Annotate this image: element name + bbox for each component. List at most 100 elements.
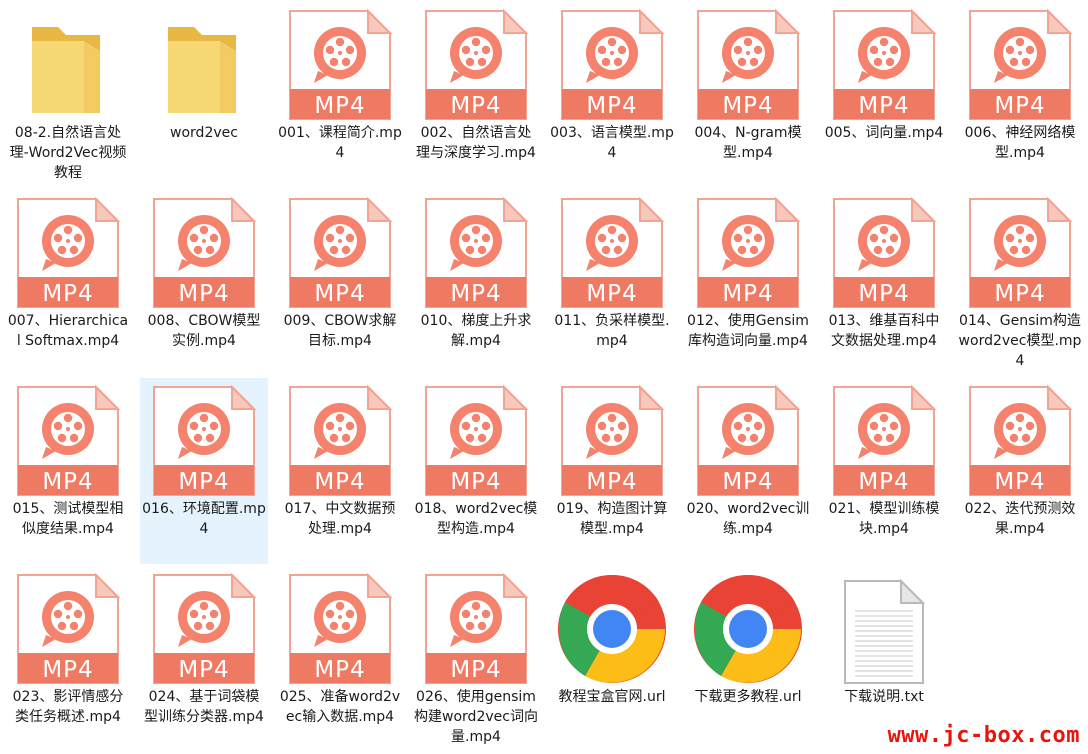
file-name: 002、自然语言处理与深度学习.mp4 [416, 125, 536, 161]
folder-icon [140, 3, 268, 121]
svg-text:MP4: MP4 [450, 93, 501, 119]
file-item[interactable]: MP4 017、中文数据预处理.mp4 [276, 378, 404, 564]
file-item[interactable]: MP4 014、Gensim构造word2vec模型.mp4 [956, 190, 1084, 376]
file-name: 022、迭代预测效果.mp4 [964, 501, 1076, 537]
file-name: 017、中文数据预处理.mp4 [284, 501, 396, 537]
file-item[interactable]: MP4 010、梯度上升求解.mp4 [412, 190, 540, 376]
video-file-icon: MP4 [684, 3, 812, 121]
file-name: 007、Hierarchical Softmax.mp4 [7, 313, 129, 349]
file-name: 020、word2vec训练.mp4 [686, 501, 810, 537]
file-item[interactable]: 下载更多教程.url [684, 566, 812, 752]
svg-text:MP4: MP4 [42, 657, 93, 683]
svg-text:MP4: MP4 [994, 469, 1045, 495]
file-item[interactable]: word2vec [140, 2, 268, 188]
video-file-icon: MP4 [412, 3, 540, 121]
video-file-icon: MP4 [276, 191, 404, 309]
file-item[interactable]: MP4 009、CBOW求解目标.mp4 [276, 190, 404, 376]
svg-text:MP4: MP4 [42, 469, 93, 495]
video-file-icon: MP4 [4, 379, 132, 497]
svg-text:MP4: MP4 [586, 93, 637, 119]
chrome-icon [684, 567, 812, 685]
svg-text:MP4: MP4 [314, 469, 365, 495]
file-name: 004、N-gram模型.mp4 [694, 125, 802, 161]
svg-text:MP4: MP4 [42, 281, 93, 307]
file-item[interactable]: MP4 022、迭代预测效果.mp4 [956, 378, 1084, 564]
file-name: 008、CBOW模型实例.mp4 [147, 313, 261, 349]
file-item[interactable]: MP4 001、课程简介.mp4 [276, 2, 404, 188]
video-file-icon: MP4 [956, 3, 1084, 121]
video-file-icon: MP4 [548, 191, 676, 309]
video-file-icon: MP4 [4, 191, 132, 309]
file-name: 010、梯度上升求解.mp4 [420, 313, 532, 349]
svg-text:MP4: MP4 [994, 93, 1045, 119]
video-file-icon: MP4 [820, 379, 948, 497]
svg-text:MP4: MP4 [858, 281, 909, 307]
svg-text:MP4: MP4 [858, 469, 909, 495]
file-item[interactable]: MP4 025、准备word2vec输入数据.mp4 [276, 566, 404, 752]
file-item[interactable]: MP4 020、word2vec训练.mp4 [684, 378, 812, 564]
video-file-icon: MP4 [140, 191, 268, 309]
file-name: 019、构造图计算模型.mp4 [556, 501, 668, 537]
file-name: 001、课程简介.mp4 [278, 125, 402, 161]
file-name: 下载更多教程.url [694, 689, 802, 705]
file-name: 教程宝盒官网.url [558, 689, 666, 705]
file-name: 014、Gensim构造word2vec模型.mp4 [958, 313, 1082, 369]
video-file-icon: MP4 [820, 3, 948, 121]
file-item[interactable]: MP4 018、word2vec模型构造.mp4 [412, 378, 540, 564]
video-file-icon: MP4 [140, 567, 268, 685]
file-name: 009、CBOW求解目标.mp4 [283, 313, 397, 349]
text-file-icon [820, 567, 948, 685]
file-item[interactable]: MP4 007、Hierarchical Softmax.mp4 [4, 190, 132, 376]
svg-text:MP4: MP4 [178, 657, 229, 683]
file-name: 016、环境配置.mp4 [142, 501, 266, 537]
file-item[interactable]: MP4 004、N-gram模型.mp4 [684, 2, 812, 188]
video-file-icon: MP4 [684, 191, 812, 309]
file-item[interactable]: MP4 012、使用Gensim库构造词向量.mp4 [684, 190, 812, 376]
svg-text:MP4: MP4 [450, 657, 501, 683]
video-file-icon: MP4 [412, 191, 540, 309]
watermark-text: www.jc-box.com [887, 723, 1080, 748]
file-item[interactable]: MP4 005、词向量.mp4 [820, 2, 948, 188]
svg-text:MP4: MP4 [450, 281, 501, 307]
file-item[interactable]: MP4 015、测试模型相似度结果.mp4 [4, 378, 132, 564]
file-name: 006、神经网络模型.mp4 [964, 125, 1076, 161]
video-file-icon: MP4 [548, 3, 676, 121]
svg-text:MP4: MP4 [450, 469, 501, 495]
file-item[interactable]: MP4 026、使用gensim构建word2vec词向量.mp4 [412, 566, 540, 752]
file-item[interactable]: MP4 019、构造图计算模型.mp4 [548, 378, 676, 564]
video-file-icon: MP4 [412, 567, 540, 685]
file-item[interactable]: MP4 016、环境配置.mp4 [140, 378, 268, 564]
file-item[interactable]: MP4 003、语言模型.mp4 [548, 2, 676, 188]
file-item[interactable]: MP4 006、神经网络模型.mp4 [956, 2, 1084, 188]
file-item[interactable]: 08-2.自然语言处理-Word2Vec视频教程 [4, 2, 132, 188]
file-name: 013、维基百科中文数据处理.mp4 [828, 313, 940, 349]
svg-text:MP4: MP4 [314, 657, 365, 683]
file-item[interactable]: MP4 023、影评情感分类任务概述.mp4 [4, 566, 132, 752]
video-file-icon: MP4 [140, 379, 268, 497]
file-name: word2vec [170, 125, 238, 141]
chrome-icon [548, 567, 676, 685]
file-name: 023、影评情感分类任务概述.mp4 [12, 689, 124, 725]
svg-text:MP4: MP4 [722, 469, 773, 495]
file-item[interactable]: MP4 021、模型训练模块.mp4 [820, 378, 948, 564]
file-name: 011、负采样模型.mp4 [554, 313, 670, 349]
video-file-icon: MP4 [276, 379, 404, 497]
file-grid: 08-2.自然语言处理-Word2Vec视频教程 word2vec MP4 00… [0, 0, 1088, 754]
file-item[interactable]: 教程宝盒官网.url [548, 566, 676, 752]
svg-text:MP4: MP4 [586, 469, 637, 495]
file-item[interactable]: MP4 002、自然语言处理与深度学习.mp4 [412, 2, 540, 188]
video-file-icon: MP4 [276, 567, 404, 685]
folder-icon [4, 3, 132, 121]
svg-text:MP4: MP4 [314, 281, 365, 307]
file-name: 下载说明.txt [844, 689, 924, 705]
video-file-icon: MP4 [276, 3, 404, 121]
file-name: 003、语言模型.mp4 [550, 125, 674, 161]
file-name: 021、模型训练模块.mp4 [828, 501, 940, 537]
svg-text:MP4: MP4 [722, 281, 773, 307]
file-item[interactable]: MP4 008、CBOW模型实例.mp4 [140, 190, 268, 376]
file-item[interactable]: MP4 024、基于词袋模型训练分类器.mp4 [140, 566, 268, 752]
video-file-icon: MP4 [4, 567, 132, 685]
file-item[interactable]: MP4 013、维基百科中文数据处理.mp4 [820, 190, 948, 376]
file-item[interactable]: MP4 011、负采样模型.mp4 [548, 190, 676, 376]
file-name: 005、词向量.mp4 [824, 125, 944, 141]
